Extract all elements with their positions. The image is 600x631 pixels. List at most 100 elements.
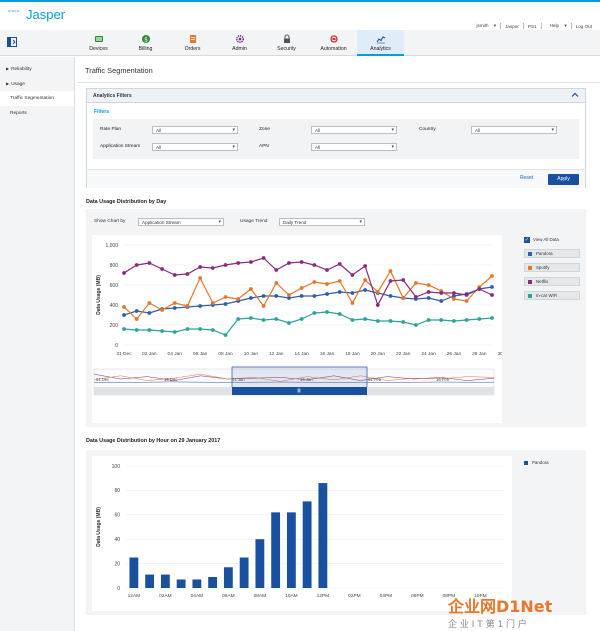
usage-trend-select[interactable]: Daily Trend ▾ bbox=[279, 218, 365, 226]
data-point bbox=[248, 316, 253, 320]
data-point bbox=[464, 293, 469, 297]
data-point bbox=[337, 312, 342, 316]
data-point bbox=[363, 278, 368, 282]
apply-button[interactable]: Apply bbox=[548, 174, 579, 185]
data-point bbox=[337, 290, 342, 294]
application-stream-label: Application Stream bbox=[100, 144, 141, 149]
show-chart-by-select[interactable]: Application Stream ▾ bbox=[138, 218, 224, 226]
data-point bbox=[375, 319, 380, 323]
data-point bbox=[299, 294, 304, 298]
bar-chart-legend[interactable]: Pandora bbox=[524, 460, 549, 465]
data-point bbox=[261, 304, 266, 308]
account-link[interactable]: Jasper bbox=[501, 24, 523, 29]
data-point bbox=[287, 321, 291, 325]
data-point bbox=[401, 296, 406, 300]
data-point bbox=[325, 310, 329, 314]
data-point bbox=[401, 320, 406, 324]
zone-select[interactable]: All ▾ bbox=[311, 126, 397, 134]
data-point bbox=[299, 317, 304, 321]
legend-swatch bbox=[528, 265, 532, 270]
filters-subheader: Filters bbox=[94, 109, 110, 115]
sidebar-item-usage[interactable]: ▶ Usage bbox=[0, 76, 74, 91]
rate-plan-select[interactable]: All ▾ bbox=[152, 126, 238, 134]
sidebar-toggle-icon[interactable] bbox=[7, 37, 17, 47]
data-point bbox=[439, 299, 444, 303]
hour-chart-panel: 0 20 40 60 80 100 Data Usage (MB) 12AM 02AM 04AM 0… bbox=[86, 450, 586, 615]
data-point bbox=[274, 268, 279, 272]
divider bbox=[77, 82, 600, 83]
logout-link[interactable]: Log Out bbox=[572, 24, 596, 29]
series-line-in-car-wifi bbox=[123, 311, 493, 336]
view-all-checkbox[interactable]: ✓ View All Data bbox=[524, 235, 580, 244]
tab-devices[interactable]: Devices bbox=[75, 30, 122, 56]
series-line-pandora bbox=[123, 286, 493, 316]
select-value: All bbox=[315, 128, 321, 133]
app-logo[interactable]: cisco Jasper bbox=[8, 7, 65, 22]
application-stream-select[interactable]: All ▾ bbox=[152, 143, 238, 151]
filters-panel-title: Analytics Filters bbox=[93, 93, 132, 99]
tab-analytics[interactable]: Analytics bbox=[357, 30, 404, 56]
cisco-wordmark: cisco bbox=[8, 8, 20, 13]
data-point bbox=[147, 328, 152, 332]
data-point bbox=[490, 316, 494, 320]
x-tick-label: 16 Jan bbox=[320, 351, 335, 357]
legend-item-in-car-wifi[interactable]: In-car WiFi bbox=[524, 291, 580, 300]
data-point bbox=[312, 311, 317, 315]
bar bbox=[286, 512, 296, 588]
select-value: All bbox=[315, 145, 321, 150]
legend-label: Pandora bbox=[532, 460, 549, 465]
data-point bbox=[490, 293, 494, 297]
data-point bbox=[248, 260, 253, 264]
hourly-usage-bar-chart[interactable]: 0 20 40 60 80 100 Data Usage (MB) 12AM 02AM 04AM 0… bbox=[92, 456, 512, 611]
data-point bbox=[325, 282, 329, 286]
tab-orders[interactable]: Orders bbox=[169, 30, 216, 56]
sidebar-item-traffic-segmentation[interactable]: Traffic Segmentation bbox=[0, 91, 74, 106]
legend-item-pandora[interactable]: Pandora bbox=[524, 249, 580, 258]
country-label: Country bbox=[419, 127, 436, 132]
data-point bbox=[261, 318, 266, 322]
user-menu[interactable]: jsmith ▾ bbox=[469, 23, 501, 29]
data-point bbox=[401, 278, 406, 282]
tab-billing[interactable]: $ Billing bbox=[122, 30, 169, 56]
reset-button[interactable]: Reset bbox=[520, 175, 533, 181]
data-point bbox=[122, 271, 126, 275]
zone-label: Zone bbox=[259, 127, 270, 132]
data-point bbox=[325, 268, 329, 272]
sidebar-item-reliability[interactable]: ▶ Reliability bbox=[0, 61, 74, 76]
data-point bbox=[261, 294, 266, 298]
legend-item-spotify[interactable]: Spotify bbox=[524, 263, 580, 272]
chevron-up-icon[interactable] bbox=[571, 91, 579, 99]
data-point bbox=[426, 290, 431, 294]
data-point bbox=[287, 293, 291, 297]
orders-icon bbox=[189, 35, 196, 43]
tab-label: Admin bbox=[232, 46, 247, 52]
tab-security[interactable]: Security bbox=[263, 30, 310, 56]
watermark-sub: 企 业 I T 第 1 门 户 bbox=[448, 618, 527, 630]
account-id-link[interactable]: PS1 bbox=[524, 24, 541, 29]
tab-automation[interactable]: Automation bbox=[310, 30, 357, 56]
grip-icon: Ⅲ bbox=[297, 389, 300, 395]
help-menu[interactable]: Help ▾ bbox=[542, 23, 571, 29]
data-point bbox=[198, 265, 203, 269]
apn-select[interactable]: All ▾ bbox=[311, 143, 397, 151]
data-point bbox=[172, 273, 177, 277]
select-value: Daily Trend bbox=[283, 220, 307, 225]
bar bbox=[192, 579, 202, 588]
data-point bbox=[477, 317, 482, 321]
hour-chart-title: Data Usage Distribution by Hour on 29 Ja… bbox=[86, 438, 221, 444]
data-point bbox=[185, 304, 190, 308]
data-point bbox=[363, 264, 368, 268]
data-point bbox=[375, 290, 380, 294]
data-point bbox=[134, 317, 139, 321]
daily-usage-line-chart[interactable]: 0 200 400 600 800 1,000 Data Usage (MB) 31 Dec 0… bbox=[92, 235, 502, 423]
country-select[interactable]: All ▾ bbox=[471, 126, 557, 134]
sidebar-item-reports[interactable]: Reports bbox=[0, 106, 74, 121]
data-point bbox=[223, 302, 228, 306]
main-content: Traffic Segmentation Analytics Filters F… bbox=[77, 57, 600, 631]
user-name: jsmith bbox=[476, 23, 489, 28]
tab-admin[interactable]: Admin bbox=[216, 30, 263, 56]
x-tick-label: 02AM bbox=[159, 593, 172, 599]
legend-item-netflix[interactable]: Netflix bbox=[524, 277, 580, 286]
billing-icon: $ bbox=[141, 35, 150, 43]
filters-panel-header[interactable]: Analytics Filters bbox=[87, 89, 585, 103]
